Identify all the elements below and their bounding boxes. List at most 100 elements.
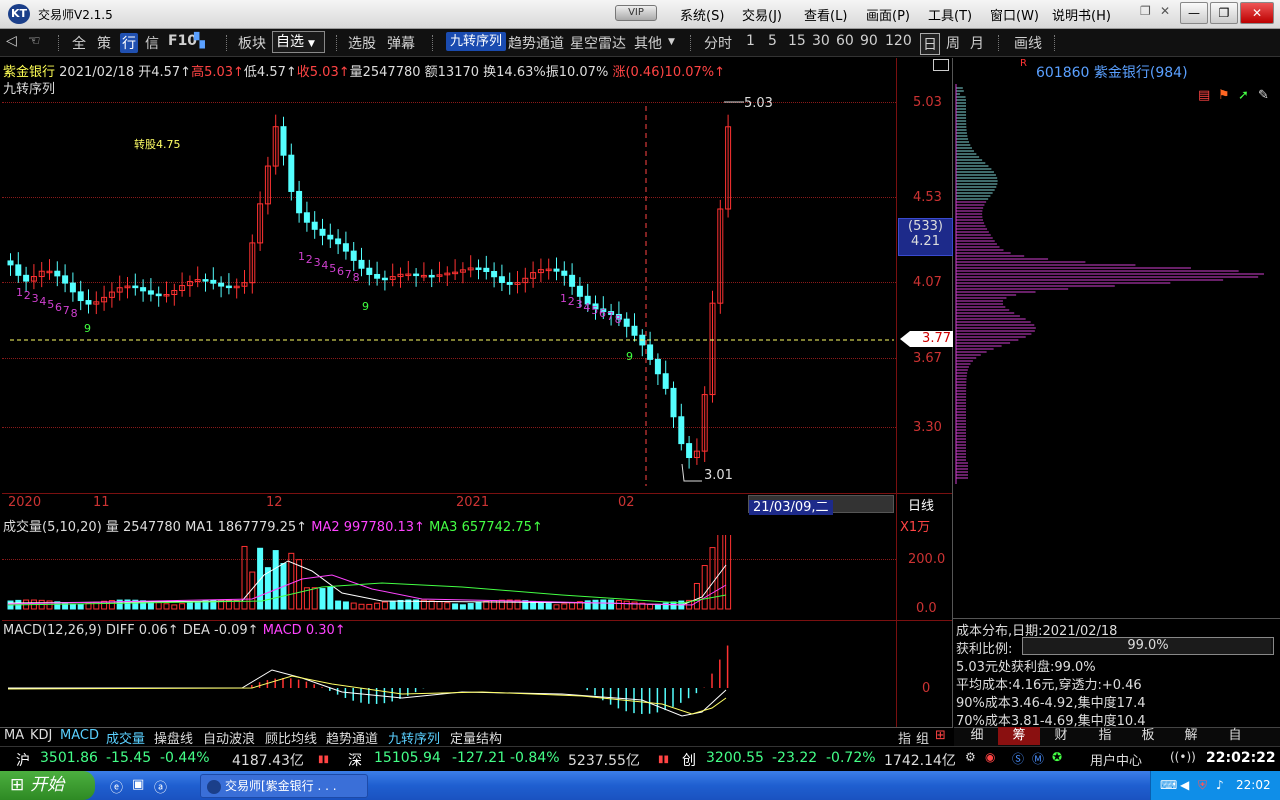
toolbar-radar[interactable]: 星空雷达 [570,33,626,53]
restore-small-icon[interactable]: ❐ [1140,4,1151,18]
tab-self[interactable]: 自 [1214,727,1256,745]
period-fenshi[interactable]: 分时 [704,33,732,53]
folder-icon[interactable]: ▣ [132,777,144,792]
volume-chart[interactable] [2,535,896,611]
menu-help[interactable]: 说明书(H) [1052,5,1111,24]
td-sequence-label: 8 [353,271,360,284]
menu-view[interactable]: 查看(L) [804,5,847,24]
tab-macd[interactable]: MACD [60,728,99,743]
toolbar-hang[interactable]: 行 [120,33,138,53]
taskbar-app-item[interactable]: 交易师[紫金银行 . . . [200,774,368,798]
tab-finance[interactable]: 财 [1040,727,1082,745]
tab-zhi[interactable]: 指 [898,728,911,747]
window-title: 交易师V2.1.5 [38,6,113,23]
window-layout-icon[interactable]: ▚ [194,33,205,49]
period-15[interactable]: 15 [788,33,806,49]
toolbar-other[interactable]: 其他 [634,33,662,53]
menu-screen[interactable]: 画面(P) [866,5,910,24]
menu-tools[interactable]: 工具(T) [928,5,972,24]
sz-name[interactable]: 深 [348,750,362,770]
hand-icon[interactable]: ☜ [28,33,41,49]
tab-detail[interactable]: 细 [956,727,998,745]
toolbar-bankuai[interactable]: 板块 [238,33,266,53]
add-icon[interactable]: ⊞ [935,728,946,743]
volume-bar [655,604,660,609]
period-day[interactable]: 日 [920,33,940,55]
maximize-button[interactable]: ❐ [1210,2,1238,24]
toolbar-danmu[interactable]: 弹幕 [387,33,415,53]
volume-bar [156,603,161,609]
speaker-icon[interactable]: ♪ [1216,778,1224,792]
keyboard-icon[interactable]: ⌨ [1160,778,1177,792]
close-small-icon[interactable]: ✕ [1160,4,1170,18]
tab-explain[interactable]: 解 [1170,727,1212,745]
sh-value: 3501.86 [40,750,98,766]
tab-caopanxian[interactable]: 操盘线 [154,728,193,747]
alert-icon[interactable]: ◉ [985,750,995,764]
taskbar-app-label: 交易师[紫金银行 . . . [225,779,337,793]
period-week[interactable]: 周 [946,33,960,53]
period-30[interactable]: 30 [812,33,830,49]
tab-wave[interactable]: 自动波浪 [203,728,255,747]
tab-trend[interactable]: 趋势通道 [326,728,378,747]
watchlist-dropdown[interactable]: 自选 ▼ [272,31,325,53]
minimize-button[interactable]: — [1180,2,1208,24]
vip-badge[interactable]: VIP [615,5,657,21]
macd-chart[interactable] [2,640,896,726]
tab-quant[interactable]: 定量结构 [450,728,502,747]
menu-trade[interactable]: 交易(J) [742,5,782,24]
toolbar-ce[interactable]: 策 [97,33,111,53]
start-button[interactable]: ⊞ 开始 [0,771,95,800]
period-90[interactable]: 90 [860,33,878,49]
back-arrow-icon[interactable]: ◀ [1180,778,1189,792]
candle [125,277,130,298]
kline-chart[interactable]: 1 2 3 4 5 6 7 891 2 3 4 5 6 7 891 2 3 4 5 6 7 89 转股4.75 5.03 … [2,86,896,492]
tab-volume[interactable]: 成交量 [106,728,145,747]
toolbar-trend-channel[interactable]: 趋势通道 [508,33,564,53]
td-sequence-label: 9 [84,322,91,335]
period-60[interactable]: 60 [836,33,854,49]
cost-distribution-chart[interactable] [954,84,1280,484]
candle [429,269,434,287]
menu-system[interactable]: 系统(S) [680,5,724,24]
app-icon[interactable]: ⓐ [154,777,167,796]
sh-name[interactable]: 沪 [16,750,30,770]
volume-bar [484,601,489,609]
candle [632,313,637,341]
period-120[interactable]: 120 [885,33,912,49]
tab-kdj[interactable]: KDJ [30,728,52,743]
toolbar-quan[interactable]: 全 [72,33,86,53]
refresh-icon[interactable]: ✪ [1052,750,1062,764]
tab-jiuzhuan[interactable]: 九转序列 [388,728,440,747]
maximize-panel-icon[interactable] [933,59,949,71]
period-5[interactable]: 5 [768,33,777,49]
tab-ma[interactable]: MA [4,728,24,743]
draw-line-button[interactable]: 画线 [1014,33,1042,53]
close-button[interactable]: ✕ [1240,2,1274,24]
sell-icon[interactable]: Ⓜ [1032,750,1044,767]
chevron-down-icon[interactable]: ▼ [668,37,675,47]
ie-icon[interactable]: ⓔ [110,777,123,796]
tab-board[interactable]: 板 [1127,727,1169,745]
shield-icon[interactable]: ⛨ [1198,778,1207,793]
tab-zu[interactable]: 组 [916,728,929,747]
period-month[interactable]: 月 [970,33,984,53]
cy-name[interactable]: 创 [682,750,696,770]
toolbar-xuangu[interactable]: 选股 [348,33,376,53]
tab-gubi[interactable]: 顾比均线 [265,728,317,747]
toolbar-xin[interactable]: 信 [145,33,159,53]
kt-icon[interactable]: ⚙ [965,750,976,764]
macd-header: MACD(12,26,9) DIFF 0.06↑ DEA -0.09↑ MACD… [3,623,346,638]
tab-chips[interactable]: 筹 [998,727,1040,745]
money-icon[interactable]: Ⓢ [1012,750,1024,767]
sz-change: -127.21 [452,750,506,766]
menu-window[interactable]: 窗口(W) [990,5,1039,24]
toolbar-f10[interactable]: F10 [168,33,197,49]
td-sequence-label: 2 [24,289,31,302]
back-icon[interactable]: ◁ [6,33,17,49]
period-1[interactable]: 1 [746,33,755,49]
tab-index[interactable]: 指 [1084,727,1126,745]
jiuzhuan-button[interactable]: 九转序列 [446,32,506,51]
volume-bar [367,604,372,609]
user-center-link[interactable]: 用户中心 [1090,750,1142,769]
